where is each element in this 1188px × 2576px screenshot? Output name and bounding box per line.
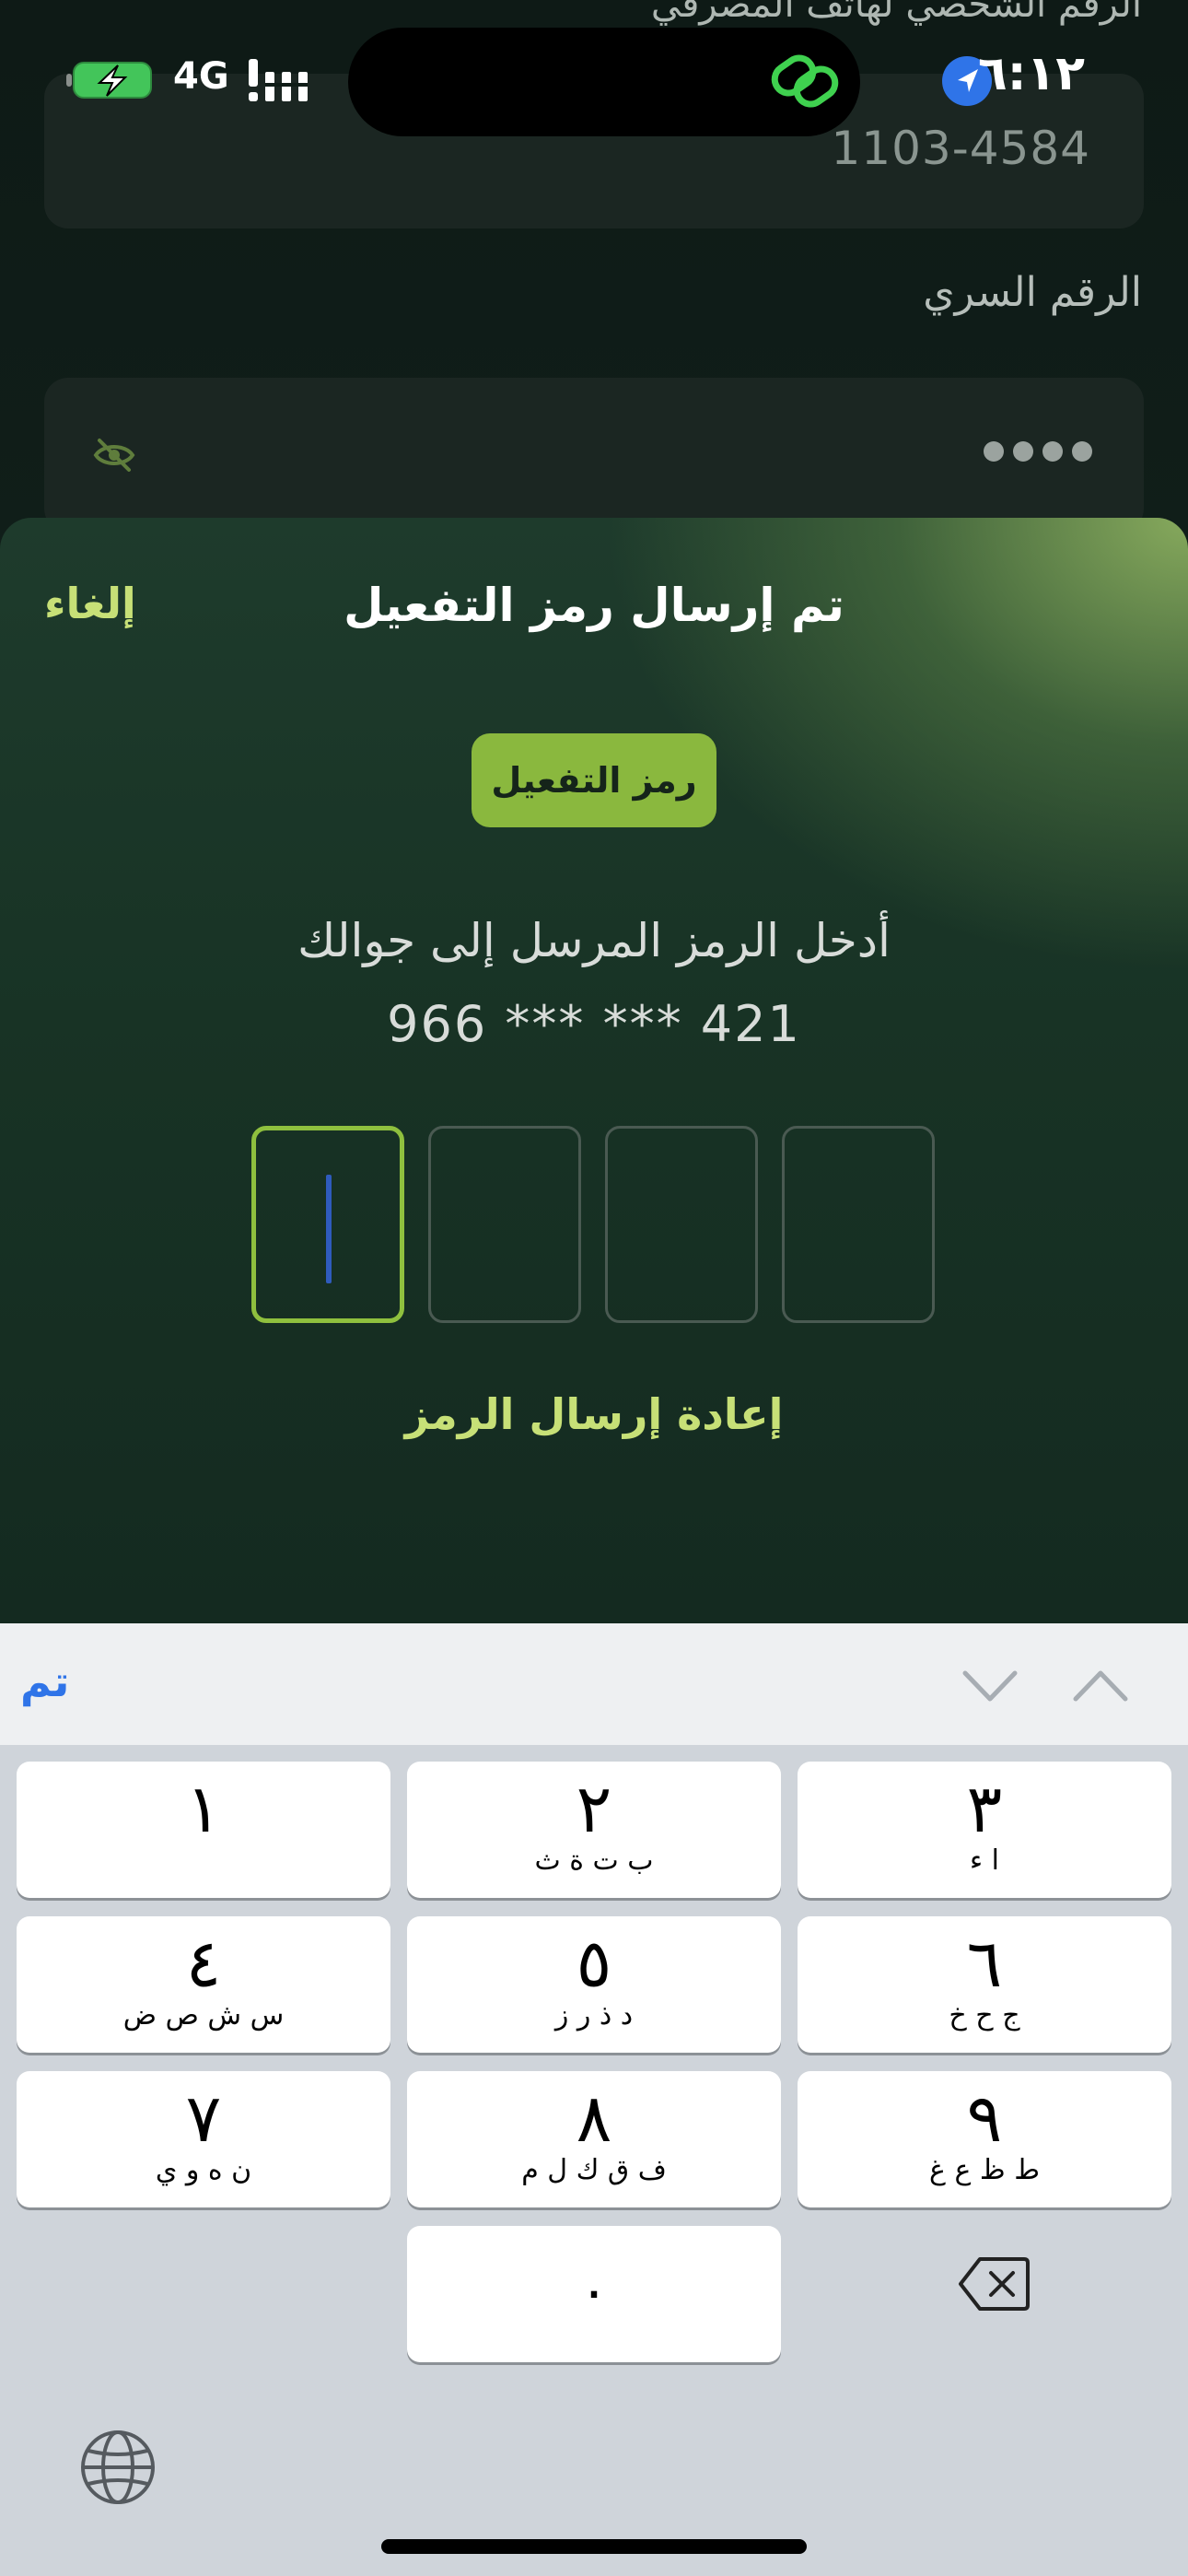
key-1[interactable]: ١: [17, 1762, 390, 1898]
pin-label: الرقم السري: [923, 269, 1142, 316]
key-letters: ج ح خ: [949, 1999, 1020, 2032]
otp-digit-3[interactable]: [605, 1126, 758, 1323]
status-time: ٦:١٢: [977, 46, 1085, 101]
signal-bars-icon: [249, 59, 308, 101]
keyboard-toolbar: تم: [0, 1623, 1188, 1745]
sheet-title: تم إرسال رمز التفعيل: [344, 579, 844, 632]
key-letters: ف ق ك ل م: [521, 2154, 667, 2186]
pin-dots: [984, 441, 1092, 462]
verification-sheet: إلغاء تم إرسال رمز التفعيل رمز التفعيل أ…: [0, 518, 1188, 1623]
otp-digit-1[interactable]: [251, 1126, 404, 1323]
key-9[interactable]: ٩ ط ظ ع غ: [798, 2071, 1171, 2207]
masked-phone-number: 966 *** *** 421: [387, 995, 801, 1053]
globe-icon[interactable]: [79, 2429, 157, 2506]
instruction-text: أدخل الرمز المرسل إلى جوالك: [297, 914, 891, 967]
status-bar: 4G ٦:١٢: [0, 0, 1188, 147]
pin-dot: [1013, 441, 1033, 462]
otp-digit-2[interactable]: [428, 1126, 581, 1323]
key-digit: ١: [185, 1770, 222, 1847]
key-4[interactable]: ٤ س ش ص ض: [17, 1916, 390, 2053]
resend-code-link[interactable]: إعادة إرسال الرمز: [0, 1389, 1188, 1439]
key-digit: ٩: [966, 2079, 1003, 2157]
pin-field[interactable]: [44, 378, 1144, 533]
key-letters: س ش ص ض: [122, 1999, 285, 2032]
key-digit: ٠: [578, 2259, 610, 2324]
otp-digit-4[interactable]: [782, 1126, 935, 1323]
link-rings-icon: [771, 54, 839, 108]
chevron-down-icon[interactable]: [958, 1666, 1022, 1706]
done-button[interactable]: تم: [20, 1657, 69, 1706]
eye-off-icon[interactable]: [92, 437, 136, 474]
key-digit: ٦: [966, 1925, 1003, 2002]
key-5[interactable]: ٥ د ذ ر ز: [407, 1916, 781, 2053]
key-letters: د ذ ر ز: [554, 1999, 634, 2032]
pin-dot: [1072, 441, 1092, 462]
home-indicator: [381, 2539, 807, 2554]
key-digit: ٤: [185, 1925, 222, 2002]
text-caret: [326, 1175, 332, 1283]
key-2[interactable]: ٢ ب ت ة ث: [407, 1762, 781, 1898]
backspace-icon[interactable]: [958, 2254, 1030, 2314]
key-letters: ط ظ ع غ: [929, 2154, 1040, 2186]
key-digit: ٨: [576, 2079, 612, 2157]
key-letters: ا ء: [970, 1844, 999, 1877]
key-0[interactable]: ٠: [407, 2226, 781, 2362]
key-7[interactable]: ٧ ن ه و ي: [17, 2071, 390, 2207]
chevron-up-icon[interactable]: [1068, 1666, 1133, 1706]
pin-dot: [1042, 441, 1063, 462]
key-digit: ٧: [185, 2079, 222, 2157]
key-8[interactable]: ٨ ف ق ك ل م: [407, 2071, 781, 2207]
activation-code-badge: رمز التفعيل: [472, 733, 716, 827]
key-digit: ٢: [576, 1770, 612, 1847]
battery-charging-icon: [66, 62, 152, 99]
key-digit: ٥: [576, 1925, 612, 2002]
key-digit: ٣: [966, 1770, 1003, 1847]
key-6[interactable]: ٦ ج ح خ: [798, 1916, 1171, 2053]
key-letters: ن ه و ي: [155, 2154, 252, 2186]
key-3[interactable]: ٣ ا ء: [798, 1762, 1171, 1898]
pin-dot: [984, 441, 1004, 462]
network-type: 4G: [173, 55, 229, 98]
key-letters: ب ت ة ث: [534, 1844, 654, 1877]
